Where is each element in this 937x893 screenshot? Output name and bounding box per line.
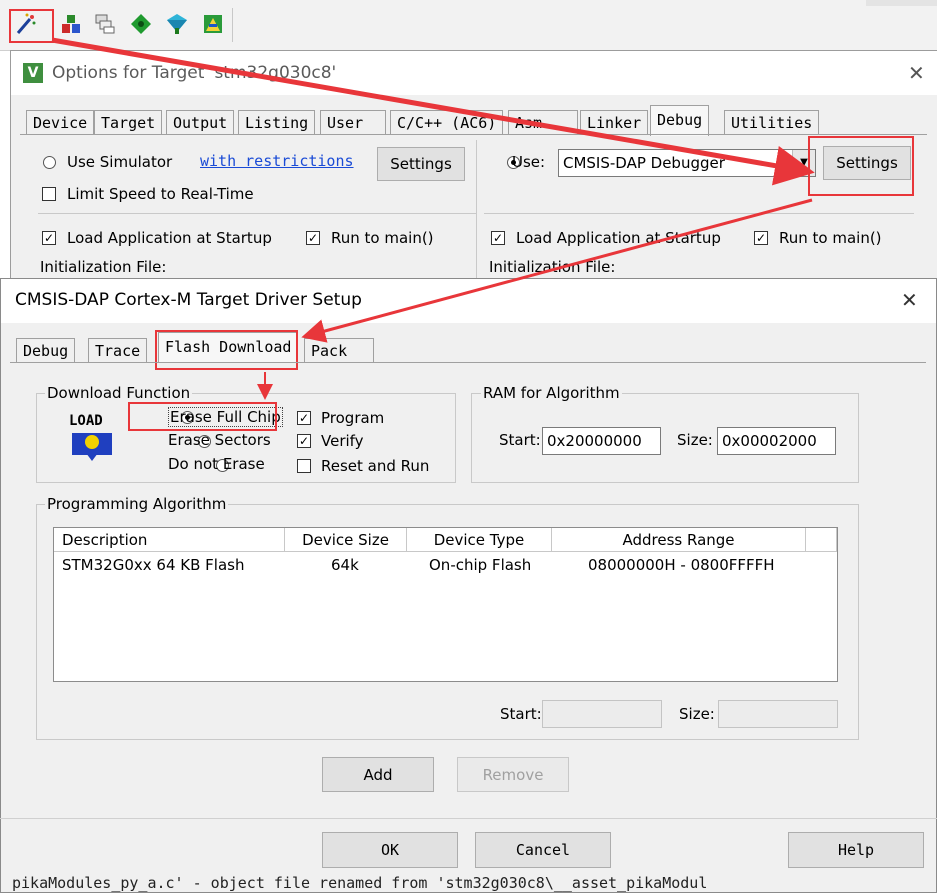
run-to-main-right-checkbox[interactable]: ✓ — [754, 231, 768, 245]
programming-algorithm-label: Programming Algorithm — [45, 495, 229, 513]
green-diamond-icon[interactable] — [128, 11, 154, 37]
settings-highlight — [808, 136, 914, 196]
copy-icon[interactable] — [92, 11, 118, 37]
tab-setup-debug[interactable]: Debug — [16, 338, 76, 363]
toolbar — [0, 0, 937, 51]
cell-address-range: 08000000H - 0800FFFFH — [588, 556, 775, 574]
simulator-settings-button[interactable]: Settings — [377, 147, 465, 181]
ok-button[interactable]: OK — [322, 832, 458, 868]
tab-baseline — [20, 134, 927, 135]
cell-description: STM32G0xx 64 KB Flash — [62, 556, 245, 574]
right-separator — [484, 213, 914, 214]
column-header-device-size[interactable]: Device Size — [285, 528, 407, 552]
build-output-line: pikaModules_py_a.c' - object file rename… — [12, 874, 708, 892]
column-header-description[interactable]: Description — [54, 528, 285, 552]
erase-full-chip-highlight — [128, 402, 277, 431]
debugger-select-value: CMSIS-DAP Debugger — [563, 154, 725, 172]
tab-output[interactable]: Output — [166, 110, 235, 135]
tab-setup-trace[interactable]: Trace — [88, 338, 148, 363]
options-highlight — [9, 9, 54, 43]
use-label: Use: — [512, 153, 546, 171]
scroll-corner — [866, 0, 937, 6]
tab-listing[interactable]: Listing — [238, 110, 316, 135]
ram-size-label: Size: — [677, 431, 713, 449]
load-icon[interactable] — [58, 11, 84, 37]
tab-cpp[interactable]: C/C++ (AC6) — [390, 110, 504, 135]
load-app-right-checkbox[interactable]: ✓ — [491, 231, 505, 245]
setup-titlebar: CMSIS-DAP Cortex-M Target Driver Setup ✕ — [1, 279, 936, 323]
cancel-button[interactable]: Cancel — [475, 832, 611, 868]
tab-device[interactable]: Device — [26, 110, 95, 135]
reset-and-run-label: Reset and Run — [321, 457, 430, 475]
left-separator — [38, 213, 476, 214]
ram-size-input[interactable]: 0x00002000 — [717, 427, 836, 455]
algo-start-input[interactable] — [542, 700, 662, 728]
tab-asm[interactable]: Asm — [508, 110, 578, 135]
run-to-main-right-label: Run to main() — [779, 229, 882, 247]
ram-group-label: RAM for Algorithm — [481, 384, 622, 402]
program-checkbox[interactable]: ✓ — [297, 411, 311, 425]
tab-debug[interactable]: Debug — [650, 105, 710, 136]
download-function-label: Download Function — [45, 384, 193, 402]
cell-device-type: On-chip Flash — [429, 556, 532, 574]
setup-title: CMSIS-DAP Cortex-M Target Driver Setup — [15, 290, 362, 310]
load-app-right-label: Load Application at Startup — [516, 229, 721, 247]
column-header-blank — [806, 528, 837, 552]
algo-size-label: Size: — [679, 705, 715, 723]
init-file-left-label: Initialization File: — [40, 258, 167, 276]
program-label: Program — [321, 409, 385, 427]
toolbar-separator — [232, 8, 233, 42]
remove-button[interactable]: Remove — [457, 757, 569, 792]
debugger-select[interactable]: CMSIS-DAP Debugger ▼ — [558, 149, 816, 177]
tab-utilities[interactable]: Utilities — [724, 110, 820, 135]
load-app-left-label: Load Application at Startup — [67, 229, 272, 247]
verify-label: Verify — [321, 432, 364, 450]
limit-speed-label: Limit Speed to Real-Time — [67, 185, 254, 203]
setup-close-button[interactable]: ✕ — [901, 288, 918, 312]
run-to-main-left-checkbox[interactable]: ✓ — [306, 231, 320, 245]
options-title: Options for Target 'stm32g030c8' — [52, 63, 337, 83]
reset-and-run-checkbox[interactable] — [297, 459, 311, 473]
ram-start-input[interactable]: 0x20000000 — [542, 427, 661, 455]
flash-download-highlight — [155, 330, 298, 370]
tools-icon[interactable] — [200, 11, 226, 37]
run-to-main-left-label: Run to main() — [331, 229, 434, 247]
load-icon-text: LOAD — [69, 413, 103, 429]
footer-separator — [0, 818, 937, 819]
download-icon[interactable] — [164, 11, 190, 37]
cell-device-size: 64k — [331, 556, 359, 574]
use-simulator-radio[interactable] — [43, 156, 56, 169]
use-simulator-label: Use Simulator — [67, 153, 173, 171]
app-icon: V — [23, 63, 43, 83]
ram-start-label: Start: — [499, 431, 541, 449]
algorithm-table[interactable]: Description Device Size Device Type Addr… — [53, 527, 838, 682]
table-row[interactable]: STM32G0xx 64 KB Flash 64k On-chip Flash … — [54, 553, 837, 577]
verify-checkbox[interactable]: ✓ — [297, 434, 311, 448]
tab-target[interactable]: Target — [94, 110, 163, 135]
limit-speed-checkbox[interactable] — [42, 187, 56, 201]
load-icon: LOAD — [68, 413, 116, 461]
tab-setup-pack[interactable]: Pack — [304, 338, 374, 363]
options-close-button[interactable]: ✕ — [908, 61, 925, 85]
tab-linker[interactable]: Linker — [580, 110, 649, 135]
add-button[interactable]: Add — [322, 757, 434, 792]
pane-divider — [476, 140, 477, 280]
setup-tab-baseline — [10, 362, 926, 363]
restrictions-link[interactable]: with restrictions — [200, 152, 354, 170]
help-button[interactable]: Help — [788, 832, 924, 868]
erase-sectors-label: Erase Sectors — [168, 431, 271, 449]
tab-user[interactable]: User — [320, 110, 386, 135]
options-titlebar: V Options for Target 'stm32g030c8' ✕ — [11, 51, 937, 95]
column-header-device-type[interactable]: Device Type — [407, 528, 552, 552]
init-file-right-label: Initialization File: — [489, 258, 616, 276]
algo-size-input[interactable] — [718, 700, 838, 728]
algo-start-label: Start: — [500, 705, 542, 723]
column-header-address-range[interactable]: Address Range — [552, 528, 806, 552]
do-not-erase-label: Do not Erase — [168, 455, 265, 473]
load-app-left-checkbox[interactable]: ✓ — [42, 231, 56, 245]
